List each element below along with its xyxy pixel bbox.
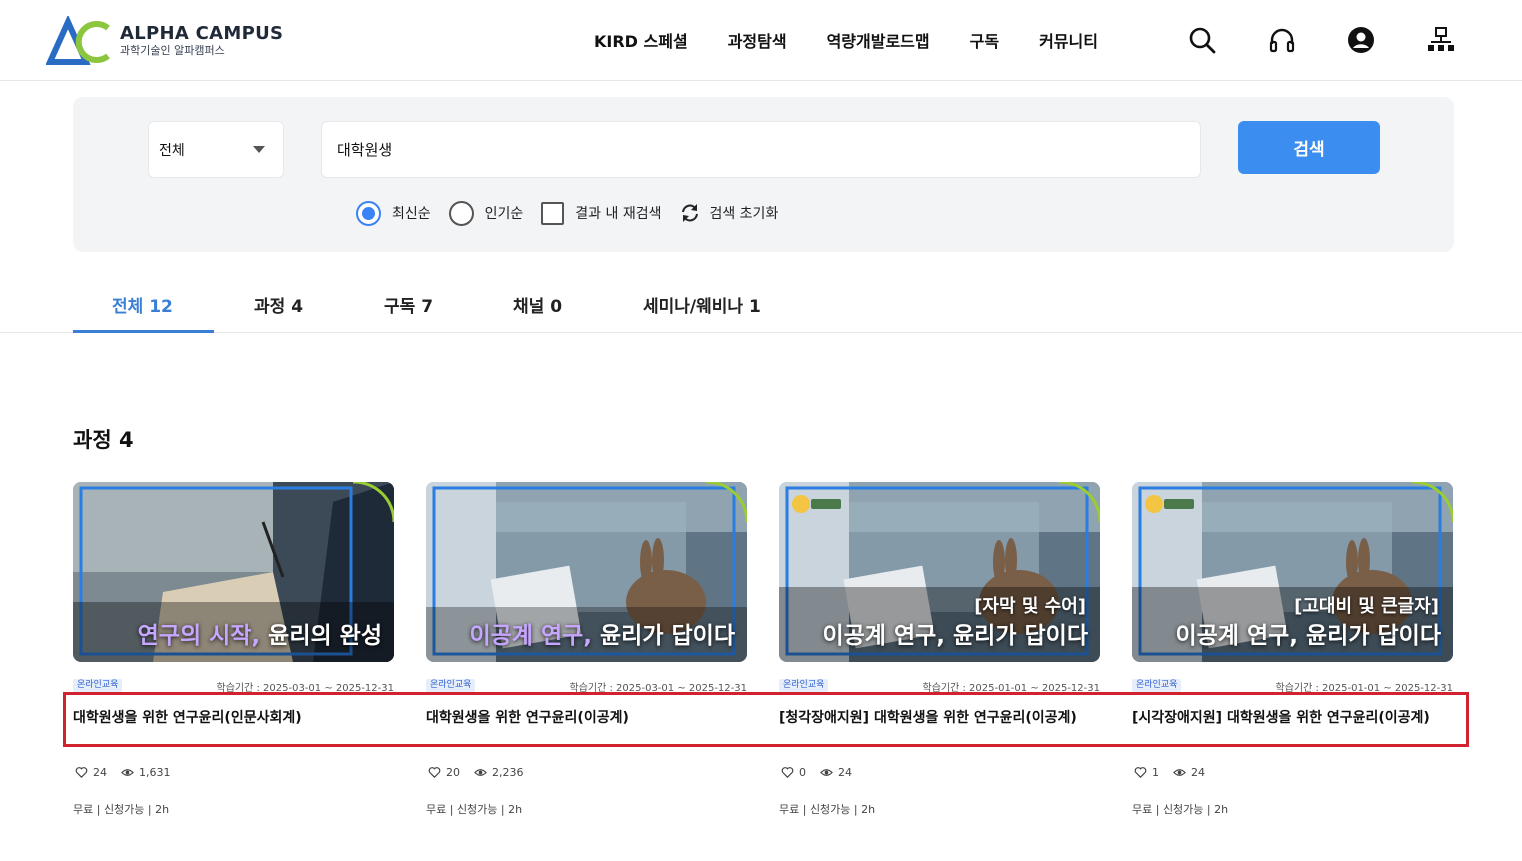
logo-mark-icon	[46, 16, 110, 65]
like-count: 24	[93, 766, 107, 779]
course-thumbnail[interactable]: [자막 및 수어] 이공계 연구, 윤리가 답이다	[779, 482, 1100, 662]
online-badge: 온라인교육	[426, 679, 476, 692]
user-icon[interactable]	[1347, 26, 1375, 54]
course-card[interactable]: [자막 및 수어] 이공계 연구, 윤리가 답이다 온라인교육 학습기간 : 2…	[779, 482, 1100, 816]
course-thumbnail[interactable]: 연구의 시작, 윤리의 완성	[73, 482, 394, 662]
radio-latest[interactable]	[356, 200, 381, 226]
sort-popular-label: 인기순	[484, 206, 524, 222]
thumbnail-title: 이공계 연구, 윤리가 답이다	[822, 616, 1088, 650]
search-within-label: 결과 내 재검색	[575, 206, 662, 222]
heart-icon[interactable]	[428, 766, 441, 779]
thumbnail-title-highlight: 이공계 연구,	[469, 623, 593, 649]
category-select-value: 전체	[159, 143, 185, 159]
eye-icon	[121, 769, 134, 776]
logo[interactable]: ALPHA CAMPUS 과학기술인 알파캠퍼스	[46, 16, 283, 66]
sitemap-icon[interactable]	[1427, 26, 1455, 54]
nav-kird-special[interactable]: KIRD 스페셜	[594, 28, 688, 52]
refresh-icon[interactable]	[679, 202, 701, 224]
radio-popular[interactable]	[448, 200, 474, 226]
thumbnail-subtitle: [고대비 및 큰글자]	[1294, 596, 1439, 617]
thumbnail-title-rest: 이공계 연구, 윤리가 답이다	[822, 623, 1088, 649]
eye-icon	[820, 769, 833, 776]
thumbnail-title: 이공계 연구, 윤리가 답이다	[1175, 616, 1441, 650]
anniversary-emblem-icon	[1145, 495, 1163, 513]
search-options: 최신순 인기순 결과 내 재검색 검색 초기화	[356, 200, 796, 226]
thumbnail-title-rest: 이공계 연구, 윤리가 답이다	[1175, 623, 1441, 649]
search-within-option[interactable]: 결과 내 재검색	[541, 201, 662, 225]
course-card[interactable]: [고대비 및 큰글자] 이공계 연구, 윤리가 답이다 온라인교육 학습기간 :…	[1132, 482, 1453, 816]
like-count: 1	[1152, 766, 1159, 779]
nav-course-explore[interactable]: 과정탐색	[728, 28, 787, 52]
course-stats: 0 24	[781, 766, 866, 779]
course-stats: 24 1,631	[75, 766, 185, 779]
highlight-annotation-box	[63, 692, 1469, 747]
tab-courses[interactable]: 과정 4	[254, 292, 303, 317]
search-reset-label: 검색 초기화	[709, 206, 779, 222]
search-reset-option[interactable]: 검색 초기화	[679, 202, 778, 224]
course-info: 무료 | 신청가능 | 2h	[73, 803, 170, 816]
tab-subscriptions[interactable]: 구독 7	[384, 292, 433, 317]
thumbnail-title: 이공계 연구, 윤리가 답이다	[469, 616, 735, 650]
search-icon[interactable]	[1188, 26, 1216, 54]
tab-all[interactable]: 전체 12	[112, 292, 173, 317]
heart-icon[interactable]	[75, 766, 88, 779]
online-badge: 온라인교육	[779, 679, 829, 692]
online-badge: 온라인교육	[1132, 679, 1182, 692]
course-meta: 온라인교육 학습기간 : 2025-03-01 ~ 2025-12-31	[426, 679, 747, 694]
like-count: 0	[799, 766, 806, 779]
view-count: 2,236	[492, 766, 524, 779]
eye-icon	[474, 769, 487, 776]
search-button[interactable]: 검색	[1238, 121, 1380, 174]
nav-community[interactable]: 커뮤니티	[1039, 28, 1098, 52]
course-thumbnail[interactable]: 이공계 연구, 윤리가 답이다	[426, 482, 747, 662]
thumbnail-title-rest: 윤리의 완성	[260, 623, 382, 649]
view-count: 24	[1191, 766, 1205, 779]
tab-channels[interactable]: 채널 0	[513, 292, 562, 317]
thumbnail-title: 연구의 시작, 윤리의 완성	[138, 616, 382, 650]
headset-icon[interactable]	[1268, 26, 1296, 54]
nav-roadmap[interactable]: 역량개발로드맵	[827, 28, 930, 52]
search-input[interactable]	[321, 121, 1201, 178]
course-meta: 온라인교육 학습기간 : 2025-01-01 ~ 2025-12-31	[1132, 679, 1453, 694]
eye-icon	[1173, 769, 1186, 776]
online-badge: 온라인교육	[73, 679, 123, 692]
course-info: 무료 | 신청가능 | 2h	[426, 803, 523, 816]
sort-latest-option[interactable]: 최신순	[356, 200, 431, 226]
anniversary-emblem-icon	[792, 495, 810, 513]
course-info: 무료 | 신청가능 | 2h	[1132, 803, 1229, 816]
thumbnail-title-highlight: 연구의 시작,	[137, 623, 261, 649]
sort-popular-option[interactable]: 인기순	[448, 200, 524, 226]
course-meta: 온라인교육 학습기간 : 2025-03-01 ~ 2025-12-31	[73, 679, 394, 694]
heart-icon[interactable]	[1134, 766, 1147, 779]
logo-subtitle: 과학기술인 알파캠퍼스	[120, 44, 225, 57]
course-stats: 1 24	[1134, 766, 1219, 779]
site-header: ALPHA CAMPUS 과학기술인 알파캠퍼스 KIRD 스페셜 과정탐색 역…	[0, 0, 1522, 81]
course-info: 무료 | 신청가능 | 2h	[779, 803, 876, 816]
main-nav: KIRD 스페셜 과정탐색 역량개발로드맵 구독 커뮤니티	[594, 28, 1138, 52]
result-tabs: 전체 12 과정 4 구독 7 채널 0 세미나/웨비나 1	[0, 280, 1522, 333]
course-meta: 온라인교육 학습기간 : 2025-01-01 ~ 2025-12-31	[779, 679, 1100, 694]
course-thumbnail[interactable]: [고대비 및 큰글자] 이공계 연구, 윤리가 답이다	[1132, 482, 1453, 662]
chevron-down-icon	[253, 146, 265, 153]
sort-latest-label: 최신순	[392, 206, 431, 222]
course-card[interactable]: 이공계 연구, 윤리가 답이다 온라인교육 학습기간 : 2025-03-01 …	[426, 482, 747, 816]
tab-seminars[interactable]: 세미나/웨비나 1	[643, 292, 761, 317]
view-count: 1,631	[139, 766, 171, 779]
thumbnail-title-rest: 윤리가 답이다	[592, 623, 735, 649]
heart-icon[interactable]	[781, 766, 794, 779]
section-title: 과정 4	[73, 428, 134, 452]
logo-title: ALPHA CAMPUS	[120, 23, 284, 44]
view-count: 24	[838, 766, 852, 779]
nav-subscribe[interactable]: 구독	[970, 28, 999, 52]
like-count: 20	[446, 766, 460, 779]
course-card[interactable]: 연구의 시작, 윤리의 완성 온라인교육 학습기간 : 2025-03-01 ~…	[73, 482, 394, 816]
course-stats: 20 2,236	[428, 766, 538, 779]
search-panel: 전체 검색 최신순 인기순 결과 내 재검색 검색 초기화	[73, 97, 1454, 252]
active-tab-indicator	[73, 330, 214, 333]
search-within-checkbox[interactable]	[541, 201, 565, 225]
thumbnail-subtitle: [자막 및 수어]	[974, 596, 1086, 617]
category-select[interactable]: 전체	[148, 121, 284, 178]
